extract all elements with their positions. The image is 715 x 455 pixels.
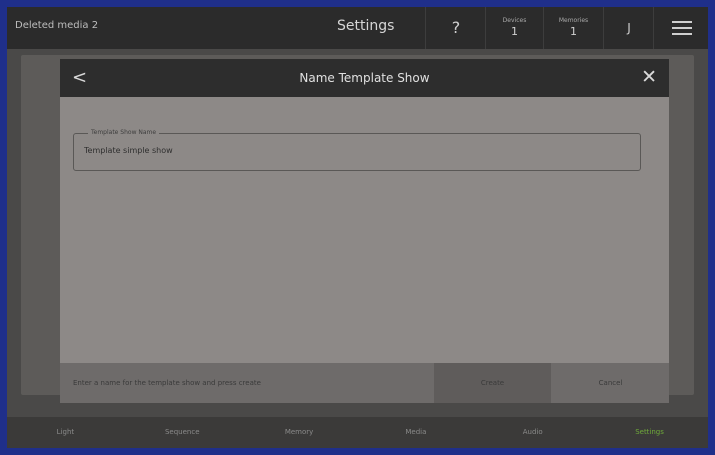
- hamburger-icon: [672, 21, 692, 35]
- close-icon[interactable]: ✕: [641, 66, 657, 88]
- tab-memory[interactable]: Memory: [241, 417, 358, 448]
- template-show-name-label: Template Show Name: [88, 129, 160, 136]
- template-show-name-field[interactable]: Template Show Name: [73, 129, 641, 171]
- tab-light[interactable]: Light: [7, 417, 124, 448]
- devices-count: 1: [511, 25, 518, 38]
- memories-count: 1: [570, 25, 577, 38]
- tab-audio[interactable]: Audio: [474, 417, 591, 448]
- bottom-navigation: Light Sequence Memory Media Audio Settin…: [7, 417, 708, 448]
- page-title: Settings: [337, 18, 395, 34]
- tab-settings[interactable]: Settings: [591, 417, 708, 448]
- tab-sequence[interactable]: Sequence: [124, 417, 241, 448]
- current-show-name[interactable]: Deleted media 2: [15, 20, 98, 31]
- memories-label: Memories: [558, 17, 589, 24]
- dialog-hint: Enter a name for the template show and p…: [73, 379, 261, 387]
- cancel-button[interactable]: Cancel: [552, 363, 669, 403]
- menu-button[interactable]: [653, 7, 708, 49]
- tab-media[interactable]: Media: [357, 417, 474, 448]
- top-bar: Deleted media 2 Settings ? Devices 1 Mem…: [7, 7, 708, 49]
- help-icon: ?: [451, 18, 461, 37]
- help-button[interactable]: ?: [425, 7, 486, 49]
- name-template-show-dialog: < Name Template Show ✕ Template Show Nam…: [60, 59, 669, 403]
- app-screen: Deleted media 2 Settings ? Devices 1 Mem…: [7, 7, 708, 448]
- memories-indicator[interactable]: Memories 1: [543, 7, 603, 49]
- user-button[interactable]: J: [603, 7, 654, 49]
- dialog-footer: Enter a name for the template show and p…: [60, 363, 669, 403]
- devices-label: Devices: [502, 17, 527, 24]
- dialog-header: < Name Template Show ✕: [60, 59, 669, 97]
- template-show-name-input[interactable]: [84, 146, 624, 155]
- user-initial: J: [627, 21, 631, 35]
- devices-indicator[interactable]: Devices 1: [485, 7, 543, 49]
- create-button[interactable]: Create: [434, 363, 551, 403]
- dialog-title: Name Template Show: [299, 71, 430, 85]
